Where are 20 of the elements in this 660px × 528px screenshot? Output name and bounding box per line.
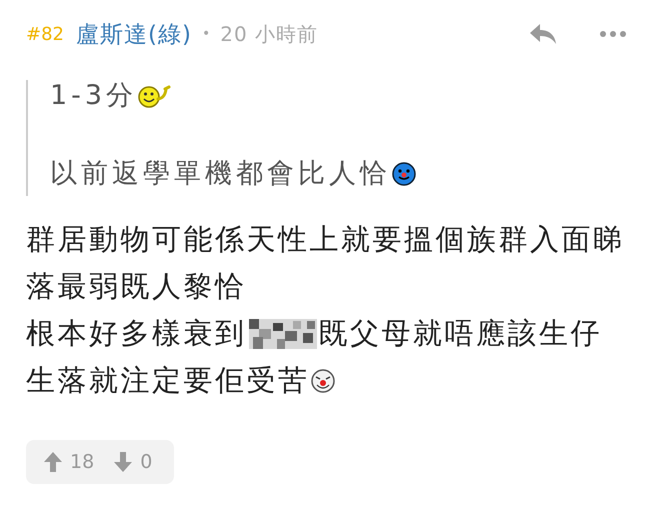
author-name[interactable]: 盧斯達(綠) bbox=[76, 18, 192, 50]
comment-text: 群居動物可能係天性上就要搵個族群入面睇 bbox=[26, 220, 624, 258]
post-number: #82 bbox=[26, 24, 64, 44]
clown-face-icon bbox=[310, 368, 336, 394]
comment-text: 既父母就唔應該生仔 bbox=[318, 314, 602, 352]
comment-text: 生落就注定要佢受苦 bbox=[26, 362, 310, 398]
separator-dot: • bbox=[202, 26, 210, 42]
quote-text: 以前返學單機都會比人恰 bbox=[50, 158, 391, 190]
downvote-button[interactable]: 0 bbox=[114, 451, 152, 473]
down-arrow-icon bbox=[114, 452, 132, 472]
smiley-icon bbox=[391, 161, 417, 187]
reply-icon[interactable] bbox=[528, 22, 558, 46]
comment-text: 根本好多樣衰到 bbox=[26, 314, 246, 352]
comment-text: 落最弱既人黎恰 bbox=[26, 268, 246, 304]
waving-smiley-icon bbox=[137, 83, 172, 109]
quote-text: 1-3分 bbox=[50, 80, 138, 112]
upvote-button[interactable]: 18 bbox=[44, 451, 94, 473]
more-icon[interactable] bbox=[600, 31, 626, 37]
up-arrow-icon bbox=[44, 452, 62, 472]
post-time: 20 小時前 bbox=[220, 20, 318, 48]
